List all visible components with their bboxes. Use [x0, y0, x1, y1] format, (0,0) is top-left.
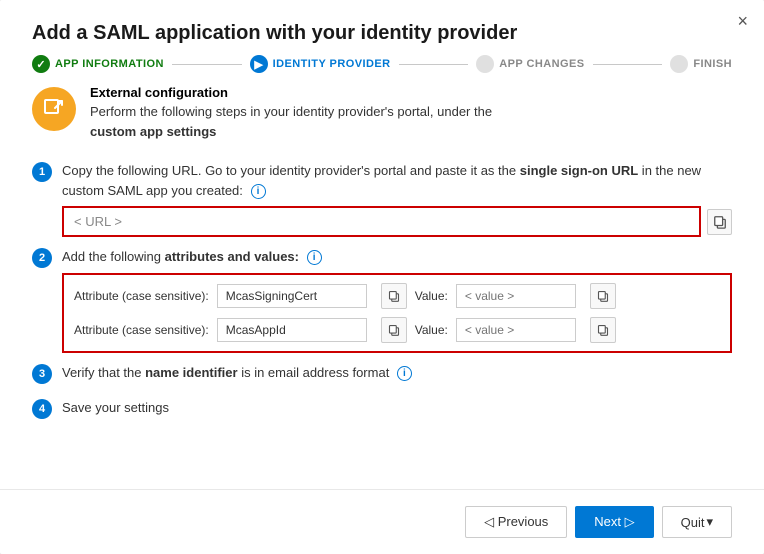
step-2-content: Add the following attributes and values:…	[62, 247, 732, 353]
dialog-title: Add a SAML application with your identit…	[0, 0, 764, 55]
step-1-number: 1	[32, 162, 52, 182]
url-box-container	[62, 206, 732, 237]
step-4-content: Save your settings	[62, 398, 732, 424]
attr-value-input-1[interactable]	[217, 284, 367, 308]
step-2-number: 2	[32, 248, 52, 268]
external-config-text: External configuration Perform the follo…	[90, 85, 492, 143]
close-button[interactable]: ×	[737, 12, 748, 30]
step-identity-provider: ▶ IDENTITY PROVIDER	[250, 55, 391, 73]
external-config-icon	[32, 87, 76, 131]
step-3-content: Verify that the name identifier is in em…	[62, 363, 732, 389]
attr-copy-button-1[interactable]	[381, 283, 407, 309]
step-2-description: Add the following attributes and values:…	[62, 247, 732, 267]
quit-label: Quit	[681, 515, 705, 530]
ext-config-description: Perform the following steps in your iden…	[90, 102, 492, 141]
attributes-table: Attribute (case sensitive): Value:	[62, 273, 732, 353]
step1-circle: ✓	[32, 55, 50, 73]
step3-circle	[476, 55, 494, 73]
copy-icon-val-1	[597, 290, 609, 302]
previous-button[interactable]: ◁ Previous	[465, 506, 567, 538]
url-input[interactable]	[62, 206, 701, 237]
dialog: × Add a SAML application with your ident…	[0, 0, 764, 554]
step-3-number: 3	[32, 364, 52, 384]
step-app-changes: APP CHANGES	[476, 55, 584, 73]
step3-info-icon[interactable]: i	[397, 366, 412, 381]
stepper: ✓ APP INFORMATION ▶ IDENTITY PROVIDER AP…	[0, 55, 764, 85]
step-app-information: ✓ APP INFORMATION	[32, 55, 164, 73]
attr-value-input-2[interactable]	[217, 318, 367, 342]
step1-label: APP INFORMATION	[55, 58, 164, 70]
dialog-body: External configuration Perform the follo…	[0, 85, 764, 479]
external-link-icon	[42, 97, 66, 121]
step-3-description: Verify that the name identifier is in em…	[62, 363, 732, 383]
attribute-row-2: Attribute (case sensitive): Value:	[74, 317, 720, 343]
copy-icon-1	[388, 290, 400, 302]
step2-label: IDENTITY PROVIDER	[273, 58, 391, 70]
next-button[interactable]: Next ▷	[575, 506, 653, 538]
value-input-2[interactable]	[456, 318, 576, 342]
value-input-1[interactable]	[456, 284, 576, 308]
step-1-row: 1 Copy the following URL. Go to your ide…	[32, 161, 732, 237]
step-4-number: 4	[32, 399, 52, 419]
step-4-row: 4 Save your settings	[32, 398, 732, 424]
attr-label-2: Attribute (case sensitive):	[74, 323, 209, 337]
step-4-description: Save your settings	[62, 398, 732, 418]
step2-circle: ▶	[250, 55, 268, 73]
copy-icon-val-2	[597, 324, 609, 336]
dialog-footer: ◁ Previous Next ▷ Quit ▾	[0, 489, 764, 554]
step-line-2	[399, 64, 469, 65]
step1-info-icon[interactable]: i	[251, 184, 266, 199]
step-line-1	[172, 64, 242, 65]
quit-button[interactable]: Quit ▾	[662, 506, 732, 538]
quit-chevron-icon: ▾	[706, 514, 713, 530]
attr-copy-button-2[interactable]	[381, 317, 407, 343]
step-1-content: Copy the following URL. Go to your ident…	[62, 161, 732, 237]
step2-info-icon[interactable]: i	[307, 250, 322, 265]
step-2-row: 2 Add the following attributes and value…	[32, 247, 732, 353]
attribute-row-1: Attribute (case sensitive): Value:	[74, 283, 720, 309]
ext-config-heading: External configuration	[90, 85, 492, 100]
value-label-2: Value:	[415, 323, 448, 337]
step3-label: APP CHANGES	[499, 58, 584, 70]
copy-icon	[713, 215, 727, 229]
attr-label-1: Attribute (case sensitive):	[74, 289, 209, 303]
step-line-3	[593, 64, 663, 65]
step-3-row: 3 Verify that the name identifier is in …	[32, 363, 732, 389]
step-1-description: Copy the following URL. Go to your ident…	[62, 161, 732, 200]
step4-circle	[670, 55, 688, 73]
url-copy-button[interactable]	[707, 209, 732, 235]
value-copy-button-1[interactable]	[590, 283, 616, 309]
copy-icon-2	[388, 324, 400, 336]
external-config-header: External configuration Perform the follo…	[32, 85, 732, 143]
value-copy-button-2[interactable]	[590, 317, 616, 343]
step4-label: FINISH	[693, 58, 732, 70]
step-finish: FINISH	[670, 55, 732, 73]
value-label-1: Value:	[415, 289, 448, 303]
